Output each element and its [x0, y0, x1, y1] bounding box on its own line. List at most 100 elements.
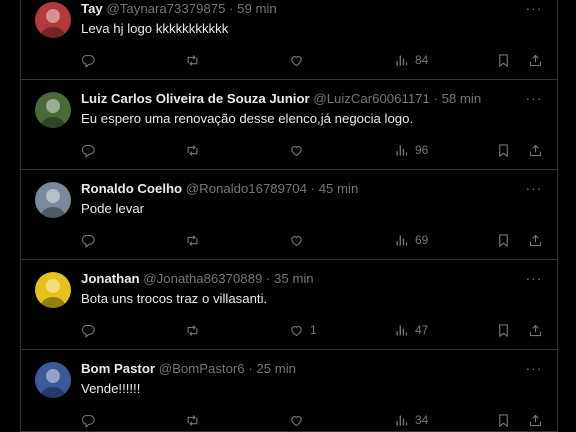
tweet[interactable]: Ronaldo Coelho @Ronaldo16789704 · 45 min…	[21, 170, 557, 260]
bookmark-icon	[496, 233, 511, 248]
reply-button[interactable]	[81, 320, 102, 340]
views-count: 47	[415, 323, 429, 337]
author-handle[interactable]: @LuizCar60061171	[313, 91, 430, 106]
views-button[interactable]: 69	[394, 230, 428, 250]
tweet-actions: 34	[81, 410, 543, 430]
author-name[interactable]: Luiz Carlos Oliveira de Souza Junior	[81, 91, 310, 106]
share-button[interactable]	[528, 230, 543, 250]
more-options-icon[interactable]: ···	[525, 181, 543, 200]
share-button[interactable]	[528, 410, 543, 430]
avatar[interactable]	[35, 92, 71, 128]
bookmark-button[interactable]	[496, 140, 511, 160]
more-options-icon[interactable]: ···	[525, 91, 543, 110]
tweet-actions: 69	[81, 230, 543, 250]
tweet-header: Jonathan @Jonatha86370889 · 35 min	[81, 270, 517, 288]
author-handle[interactable]: @Jonatha86370889	[143, 271, 262, 286]
tweet-header: Ronaldo Coelho @Ronaldo16789704 · 45 min	[81, 180, 517, 198]
retweet-button[interactable]	[185, 230, 206, 250]
timestamp[interactable]: 35 min	[274, 271, 314, 286]
views-icon	[394, 143, 409, 158]
tweet[interactable]: Bom Pastor @BomPastor6 · 25 min ··· Vende!…	[21, 350, 557, 432]
tweet-text: Eu espero uma renovação desse elenco,já …	[81, 111, 414, 126]
views-count: 84	[415, 53, 429, 67]
like-button[interactable]	[289, 50, 310, 70]
separator: ·	[265, 271, 271, 286]
share-button[interactable]	[528, 140, 543, 160]
tweet-text: Leva hj logo kkkkkkkkkkk	[81, 21, 229, 36]
like-button[interactable]	[289, 230, 310, 250]
heart-icon	[289, 233, 304, 248]
tweet[interactable]: Tay @Taynara73379875 · 59 min ··· Leva hj …	[21, 0, 557, 80]
timestamp[interactable]: 45 min	[319, 181, 359, 196]
avatar[interactable]	[35, 362, 71, 398]
reply-icon	[81, 413, 96, 428]
views-button[interactable]: 84	[394, 50, 428, 70]
share-icon	[528, 143, 543, 158]
retweet-button[interactable]	[185, 410, 206, 430]
bookmark-button[interactable]	[496, 410, 511, 430]
like-count: 1	[310, 323, 317, 337]
author-name[interactable]: Tay	[81, 1, 103, 16]
more-options-icon[interactable]: ···	[525, 1, 543, 20]
share-button[interactable]	[528, 320, 543, 340]
like-button[interactable]	[289, 140, 310, 160]
avatar[interactable]	[35, 2, 71, 38]
reply-button[interactable]	[81, 410, 102, 430]
share-icon	[528, 323, 543, 338]
reply-button[interactable]	[81, 140, 102, 160]
timestamp[interactable]: 25 min	[256, 361, 296, 376]
author-name[interactable]: Jonathan	[81, 271, 140, 286]
tweet-actions: 1 47	[81, 320, 543, 340]
reply-button[interactable]	[81, 230, 102, 250]
bookmark-button[interactable]	[496, 320, 511, 340]
bookmark-icon	[496, 143, 511, 158]
more-options-icon[interactable]: ···	[525, 271, 543, 290]
views-icon	[394, 233, 409, 248]
timestamp[interactable]: 58 min	[442, 91, 482, 106]
like-button[interactable]: 1	[289, 320, 317, 340]
retweet-button[interactable]	[185, 50, 206, 70]
heart-icon	[289, 143, 304, 158]
bookmark-button[interactable]	[496, 50, 511, 70]
bookmark-button[interactable]	[496, 230, 511, 250]
separator: ·	[229, 1, 234, 16]
tweet[interactable]: Luiz Carlos Oliveira de Souza Junior @Lu…	[21, 80, 557, 170]
retweet-icon	[185, 233, 200, 248]
reply-button[interactable]	[81, 50, 102, 70]
tweet-text: Vende!!!!!!	[81, 381, 141, 396]
author-name[interactable]: Bom Pastor	[81, 361, 155, 376]
separator: ·	[248, 361, 253, 376]
share-button[interactable]	[528, 50, 543, 70]
reply-feed: Tay @Taynara73379875 · 59 min ··· Leva hj …	[20, 0, 558, 432]
tweet-actions: 84	[81, 50, 543, 70]
author-name[interactable]: Ronaldo Coelho	[81, 181, 182, 196]
author-handle[interactable]: @BomPastor6	[159, 361, 245, 376]
reply-icon	[81, 323, 96, 338]
tweet-header: Bom Pastor @BomPastor6 · 25 min	[81, 360, 517, 378]
like-button[interactable]	[289, 410, 310, 430]
views-count: 96	[415, 143, 429, 157]
author-handle[interactable]: @Ronaldo16789704	[186, 181, 307, 196]
views-button[interactable]: 34	[394, 410, 428, 430]
reply-icon	[81, 233, 96, 248]
heart-icon	[289, 323, 304, 338]
views-button[interactable]: 47	[394, 320, 428, 340]
retweet-icon	[185, 53, 200, 68]
tweet-actions: 96	[81, 140, 543, 160]
avatar[interactable]	[35, 182, 71, 218]
bookmark-icon	[496, 53, 511, 68]
tweet-header: Luiz Carlos Oliveira de Souza Junior @Lu…	[81, 90, 517, 108]
more-options-icon[interactable]: ···	[525, 361, 543, 380]
tweet-text: Pode levar	[81, 201, 145, 216]
retweet-button[interactable]	[185, 320, 206, 340]
author-handle[interactable]: @Taynara73379875	[106, 1, 225, 16]
retweet-icon	[185, 143, 200, 158]
avatar[interactable]	[35, 272, 71, 308]
retweet-button[interactable]	[185, 140, 206, 160]
tweet[interactable]: Jonathan @Jonatha86370889 · 35 min ··· Bot…	[21, 260, 557, 350]
timestamp[interactable]: 59 min	[237, 1, 277, 16]
reply-icon	[81, 143, 96, 158]
views-button[interactable]: 96	[394, 140, 428, 160]
share-icon	[528, 53, 543, 68]
separator: ·	[310, 181, 316, 196]
